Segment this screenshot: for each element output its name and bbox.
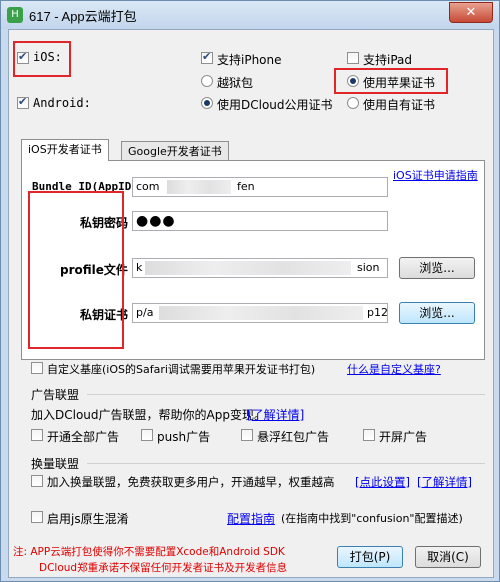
js-obfuscation-label: 启用js原生混淆 (47, 512, 129, 526)
custom-base-checkbox[interactable] (31, 362, 43, 374)
swap-detail-link[interactable]: [了解详情] (417, 474, 472, 490)
push-ads-checkbox[interactable] (141, 429, 153, 441)
divider (87, 463, 485, 464)
app-window: H 617 - App云端打包 ✕ iOS: 支持iPhone 支持iPad 越… (0, 0, 500, 582)
tab-ios-cert[interactable]: iOS开发者证书 (21, 139, 109, 161)
redacted-region (145, 261, 351, 275)
highlight-apple-cert (334, 68, 448, 94)
support-iphone-label: 支持iPhone (217, 53, 282, 67)
profile-input[interactable]: k sion (132, 258, 388, 278)
config-guide-hint: (在指南中找到"confusion"配置描述) (281, 512, 463, 525)
cert-value-start: p/a (136, 306, 154, 319)
all-ads-label: 开通全部广告 (47, 430, 120, 444)
swap-label: 加入换量联盟，免费获取更多用户，开通越早，权重越高 (47, 475, 335, 489)
jailbreak-radio[interactable] (201, 75, 213, 87)
bundle-id-value-start: com (136, 180, 160, 193)
splash-ads-label: 开屏广告 (379, 430, 428, 444)
use-own-cert-label: 使用自有证书 (363, 98, 436, 112)
swap-checkbox[interactable] (31, 475, 43, 487)
cancel-button[interactable]: 取消(C) (415, 546, 481, 568)
divider (87, 394, 485, 395)
footer-note-line1: 注: APP云端打包使得你不需要配置Xcode和Android SDK (13, 546, 285, 558)
push-ads-label: push广告 (157, 430, 211, 444)
highlight-ios (13, 41, 71, 77)
use-own-cert-radio[interactable] (347, 97, 359, 109)
float-ads-checkbox[interactable] (241, 429, 253, 441)
use-dcloud-cert-label: 使用DCloud公用证书 (217, 98, 333, 112)
footer-note-line2: DCloud郑重承诺不保留任何开发者证书及开发者信息 (39, 562, 288, 574)
cert-input[interactable]: p/a p12 (132, 303, 388, 323)
bundle-id-value-end: fen (237, 180, 255, 193)
pack-button[interactable]: 打包(P) (337, 546, 403, 568)
config-guide-link[interactable]: 配置指南 (227, 510, 275, 527)
android-label: Android: (33, 96, 91, 110)
dialog-body: iOS: 支持iPhone 支持iPad 越狱包 使用苹果证书 Android:… (8, 29, 494, 578)
title-bar: H 617 - App云端打包 ✕ (1, 1, 499, 29)
splash-ads-checkbox[interactable] (363, 429, 375, 441)
custom-base-label: 自定义基座(iOS的Safari调试需要用苹果开发证书打包) (47, 363, 316, 376)
swap-settings-link[interactable]: [点此设置] (355, 474, 410, 490)
use-dcloud-cert-radio[interactable] (201, 97, 213, 109)
js-obfuscation-checkbox[interactable] (31, 511, 43, 523)
android-checkbox[interactable] (17, 95, 29, 109)
ios-cert-panel: iOS证书申请指南 Bundle ID(AppID) com fen 私钥密码 … (21, 160, 485, 360)
float-ads-label: 悬浮红包广告 (257, 430, 330, 444)
highlight-labels (28, 191, 124, 349)
redacted-region (159, 306, 363, 320)
swap-group-title: 换量联盟 (31, 457, 80, 471)
custom-base-help-link[interactable]: 什么是自定义基座? (347, 361, 441, 377)
cert-value-end: p12 (367, 306, 388, 319)
ad-detail-link[interactable]: [了解详情] (247, 406, 304, 423)
support-ipad-label: 支持iPad (363, 53, 413, 67)
all-ads-checkbox[interactable] (31, 429, 43, 441)
profile-value-end: sion (357, 261, 380, 274)
profile-value-start: k (136, 261, 143, 274)
password-input[interactable]: ●●● (132, 211, 388, 231)
bundle-id-input[interactable]: com fen (132, 177, 388, 197)
ad-group-title: 广告联盟 (31, 388, 80, 402)
browse-cert-button[interactable]: 浏览... (399, 302, 475, 324)
support-iphone-checkbox[interactable] (201, 50, 213, 64)
redacted-region (167, 180, 231, 194)
ios-cert-guide-link[interactable]: iOS证书申请指南 (393, 167, 478, 183)
close-button[interactable]: ✕ (449, 2, 493, 23)
support-ipad-checkbox[interactable] (347, 52, 359, 64)
jailbreak-label: 越狱包 (217, 76, 254, 90)
tab-google-cert[interactable]: Google开发者证书 (121, 141, 229, 161)
ad-description: 加入DCloud广告联盟，帮助你的App变现。 (31, 408, 266, 422)
hbuilder-icon: H (7, 7, 23, 23)
window-title: 617 - App云端打包 (29, 9, 137, 24)
browse-profile-button[interactable]: 浏览... (399, 257, 475, 279)
